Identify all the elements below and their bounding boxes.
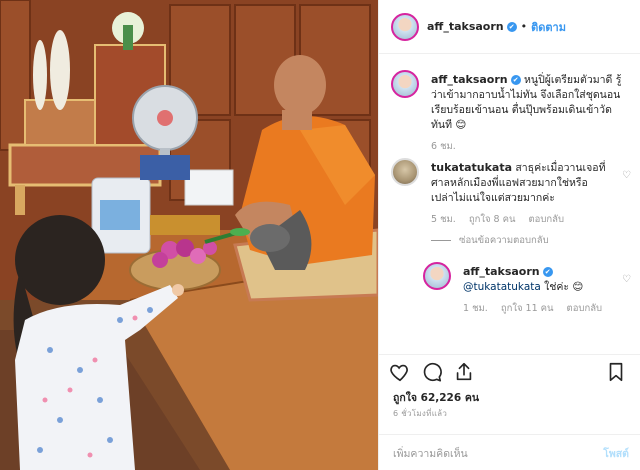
post-photo-illustration — [0, 0, 378, 470]
header-username[interactable]: aff_taksaorn — [427, 20, 504, 33]
verified-badge-icon: ✔ — [542, 267, 553, 277]
reply-button[interactable]: ตอบกลับ — [567, 303, 603, 314]
post-actions: ถูกใจ 62,226 คน 6 ชั่วโมงที่แล้ว — [379, 354, 640, 434]
comment-time[interactable]: 1 ชม. — [463, 303, 488, 314]
separator-dot: • — [520, 20, 528, 33]
mention-link[interactable]: @tukatatukata — [463, 281, 541, 293]
comment-likes[interactable]: ถูกใจ 11 คน — [501, 303, 554, 314]
post-comment-button[interactable]: โพสต์ — [603, 445, 629, 462]
comment-body: aff_taksaorn ✔ @tukatatukata ใช่ค่ะ 😊 1 ช… — [463, 264, 613, 316]
comment-body: tukatatukata สาธุค่ะเมื่อวานเจอที่ศาลหลั… — [431, 160, 609, 227]
share-icon[interactable] — [453, 361, 475, 383]
avatar[interactable] — [423, 262, 451, 290]
comment-body: aff_taksaorn ✔ หนูปิ่ผู้เตรียมตัวมาดี รู้… — [431, 72, 627, 154]
comment-like-heart-icon[interactable]: ♡ — [622, 274, 631, 285]
comment-time[interactable]: 5 ชม. — [431, 214, 456, 225]
comment-icon[interactable] — [421, 361, 443, 383]
comment-meta: 5 ชม. ถูกใจ 8 คน ตอบกลับ — [431, 212, 609, 227]
post-photo[interactable] — [0, 0, 378, 470]
post-side-panel: aff_taksaorn ✔ • ติดตาม aff_taksaorn ✔ หน… — [378, 0, 640, 470]
verified-badge-icon: ✔ — [506, 21, 517, 32]
comment-like-heart-icon[interactable]: ♡ — [622, 170, 631, 181]
comment-time[interactable]: 6 ชม. — [431, 141, 456, 152]
add-comment-bar: โพสต์ — [379, 434, 640, 470]
avatar[interactable] — [391, 158, 419, 186]
bookmark-icon[interactable] — [605, 361, 627, 383]
comment-text: ใช่ค่ะ 😊 — [540, 281, 584, 293]
verified-badge-icon: ✔ — [510, 75, 521, 85]
post-header: aff_taksaorn ✔ • ติดตาม — [379, 0, 640, 54]
comments-list[interactable]: aff_taksaorn ✔ หนูปิ่ผู้เตรียมตัวมาดี รู้… — [379, 54, 640, 354]
comment-input[interactable] — [391, 443, 585, 465]
comment-meta: 1 ชม. ถูกใจ 11 คน ตอบกลับ — [463, 301, 613, 316]
comment-username[interactable]: aff_taksaorn — [463, 265, 540, 278]
comment-likes[interactable]: ถูกใจ 8 คน — [469, 214, 516, 225]
avatar[interactable] — [391, 12, 419, 41]
action-icons — [389, 361, 629, 385]
comment-username[interactable]: aff_taksaorn — [431, 73, 508, 86]
comment-username[interactable]: tukatatukata — [431, 161, 512, 174]
post-timestamp[interactable]: 6 ชั่วโมงที่แล้ว — [393, 407, 447, 420]
heart-icon[interactable] — [389, 361, 411, 383]
comment-meta: 6 ชม. — [431, 139, 627, 154]
hide-replies-link[interactable]: ซ่อนข้อความตอบกลับ — [431, 233, 549, 248]
avatar[interactable] — [391, 70, 419, 98]
likes-count[interactable]: ถูกใจ 62,226 คน — [393, 389, 479, 406]
follow-button[interactable]: ติดตาม — [531, 18, 566, 36]
reply-button[interactable]: ตอบกลับ — [529, 214, 565, 225]
instagram-post-card: aff_taksaorn ✔ • ติดตาม aff_taksaorn ✔ หน… — [0, 0, 640, 470]
